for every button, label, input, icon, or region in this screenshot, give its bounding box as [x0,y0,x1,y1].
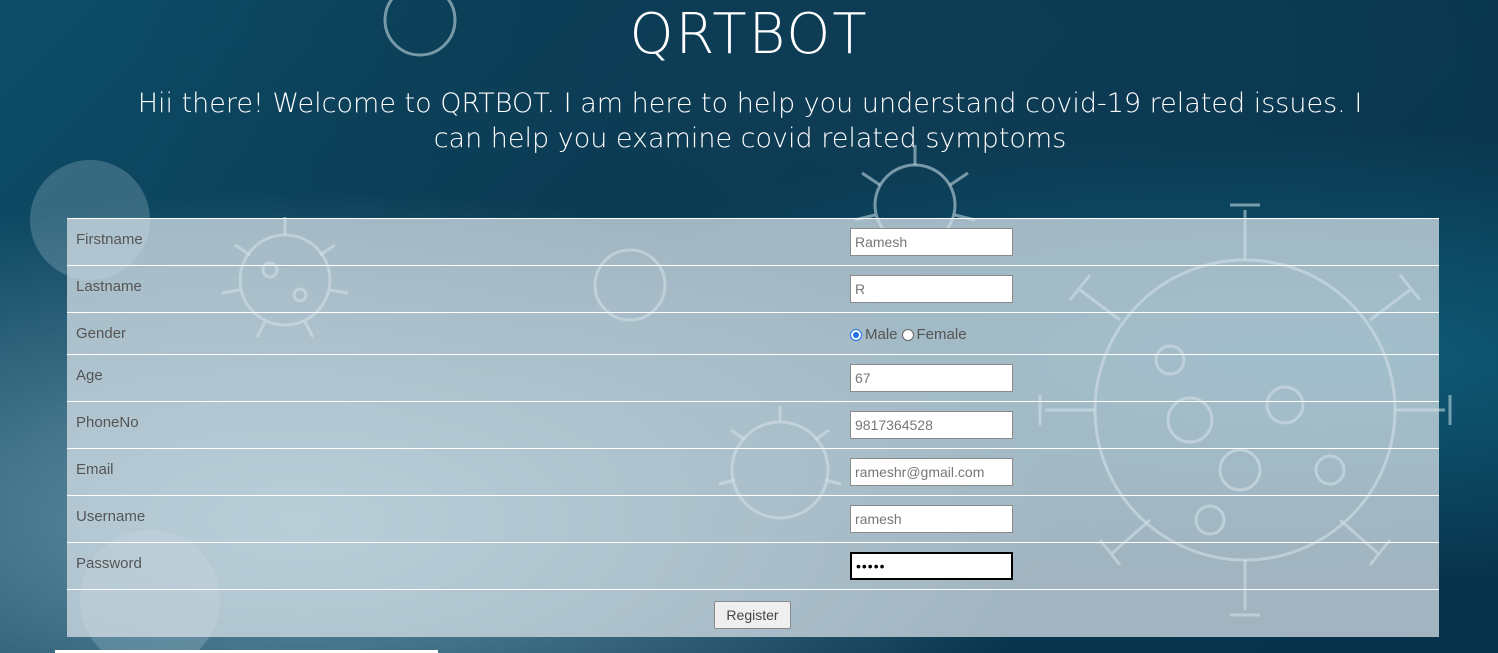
gender-label: Gender [76,325,127,342]
username-input[interactable] [850,505,1013,533]
row-age: Age [67,354,1439,402]
row-email: Email [67,448,1439,496]
gender-male-label[interactable]: Male [865,326,898,343]
row-gender: Gender Male Female [67,312,1439,355]
firstname-input[interactable] [850,228,1013,256]
row-lastname: Lastname [67,265,1439,313]
welcome-message: Hii there! Welcome to QRTBOT. I am here … [137,88,1363,154]
register-button[interactable]: Register [714,601,791,629]
firstname-label: Firstname [76,231,143,248]
row-username: Username [67,495,1439,543]
username-label: Username [76,508,146,525]
password-label: Password [76,555,142,572]
app-title: QRTBOT [629,2,869,67]
age-label: Age [76,367,103,384]
lastname-input[interactable] [850,275,1013,303]
password-input[interactable] [850,552,1013,580]
row-phone: PhoneNo [67,401,1439,449]
gender-radio-group: Male Female [850,326,967,343]
email-label: Email [76,461,114,478]
phone-input[interactable] [850,411,1013,439]
gender-female-radio[interactable] [901,328,914,341]
gender-male-radio[interactable] [850,328,862,341]
email-input[interactable] [850,458,1013,486]
lastname-label: Lastname [76,278,142,295]
row-password: Password [67,542,1439,590]
gender-female-label[interactable]: Female [917,326,967,343]
row-firstname: Firstname [67,218,1439,266]
phone-label: PhoneNo [76,414,139,431]
registration-form: Firstname Lastname Gender Male Female Ag… [67,218,1439,637]
age-input[interactable] [850,364,1013,392]
